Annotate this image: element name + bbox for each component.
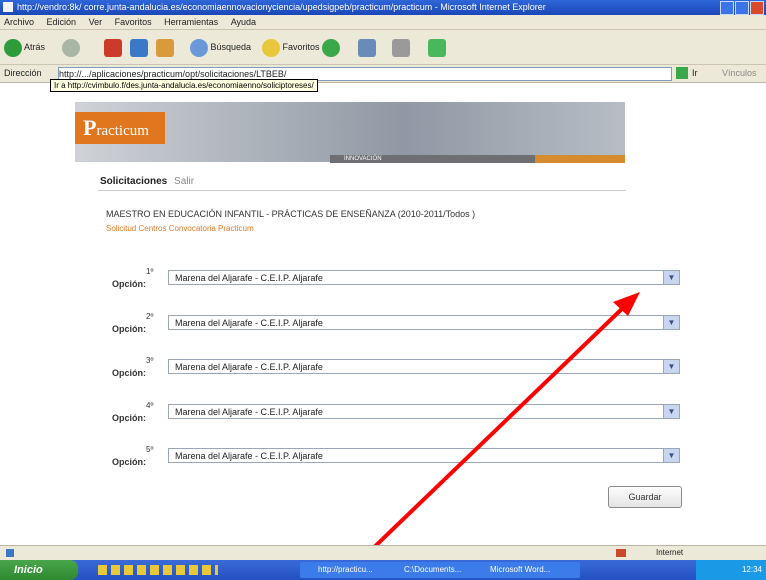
task-documents[interactable]: C:\Documents... [386, 562, 484, 578]
taskbar: Inicio http://practicu... C:\Documents..… [0, 560, 766, 580]
zone-label: Internet [656, 548, 684, 557]
page-status-icon [6, 549, 14, 557]
task-word[interactable]: Microsoft Word... [472, 562, 580, 578]
clock: 12:34 [741, 565, 762, 574]
status-bar: Internet [0, 545, 766, 560]
start-button[interactable]: Inicio [0, 560, 78, 580]
task-practicum[interactable]: http://practicu... [300, 562, 398, 578]
system-tray: 12:34 [696, 560, 766, 580]
quick-launch-icons[interactable] [98, 565, 218, 575]
arrow-shaft [338, 302, 629, 580]
annotation-arrow [338, 292, 640, 580]
security-icon [616, 549, 626, 557]
